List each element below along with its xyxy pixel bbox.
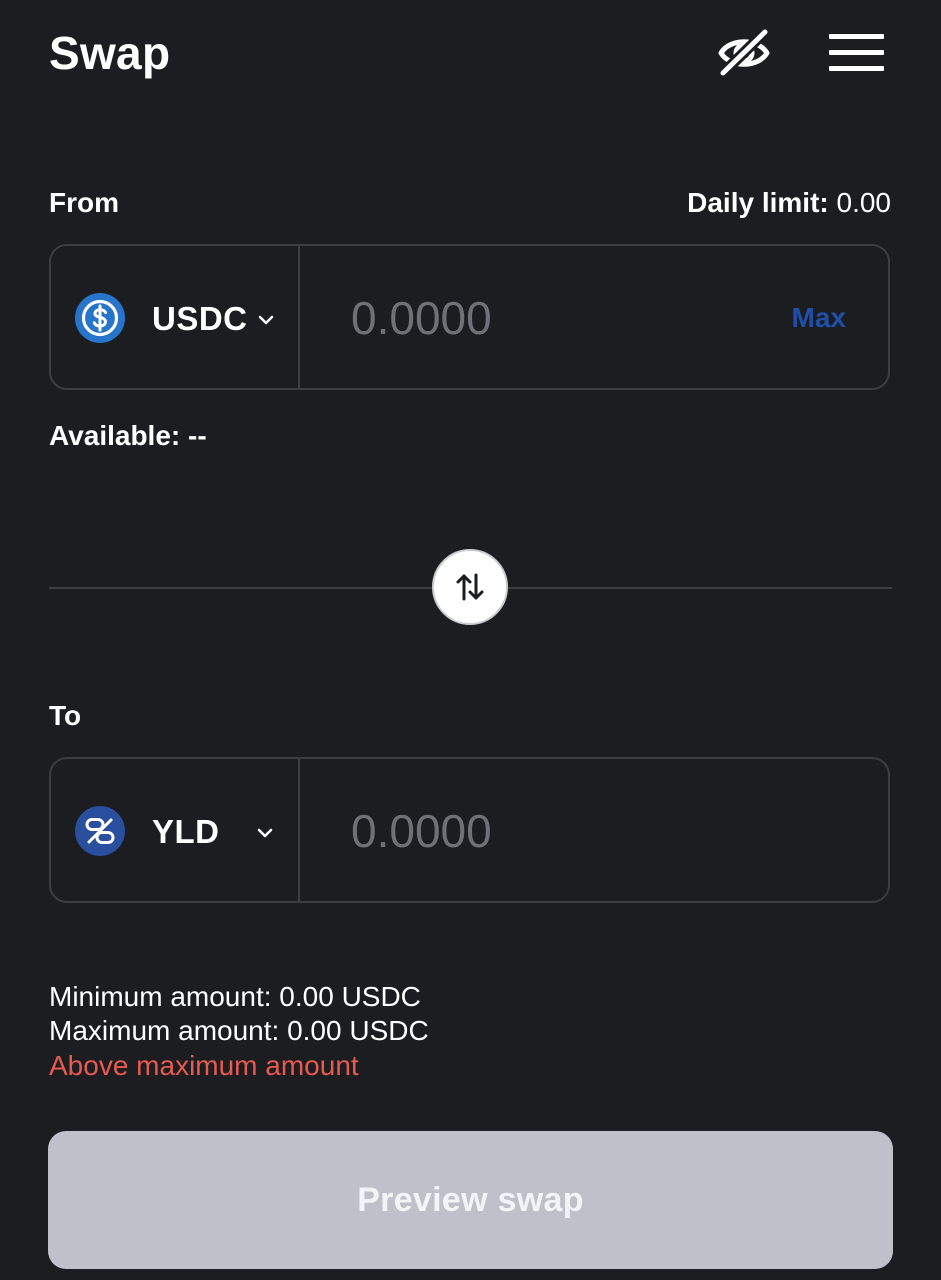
swap-arrows-icon [456,573,484,601]
from-amount-box: USDC Max [49,244,890,390]
swap-screen: Swap From Daily limit: 0.00 USDC 0.0000 … [0,0,941,1280]
from-label: From [49,187,119,218]
yld-icon [75,806,125,856]
swap-direction-button[interactable] [432,549,508,625]
daily-limit-value: 0.00 [836,187,892,218]
hide-balance-button[interactable] [716,26,772,79]
to-token-name: YLD [152,813,220,850]
from-amount-input[interactable] [351,292,771,344]
daily-limit: Daily limit: 0.00 [687,186,891,220]
chevron-down-icon [258,315,274,325]
chevron-down-icon [257,828,273,838]
to-label: To [49,700,82,731]
to-amount-box: YLD [49,757,890,903]
max-button[interactable]: Max [792,301,846,335]
daily-limit-label: Daily limit: [687,187,829,218]
eye-off-icon [717,26,771,79]
from-token-selector[interactable]: USDC [51,246,300,388]
maximum-amount: Maximum amount: 0.00 USDC [49,1015,429,1046]
error-message: Above maximum amount [49,1050,359,1081]
usdc-icon [75,293,125,343]
to-token-selector[interactable]: YLD [51,759,300,901]
available-balance: Available: -- [49,420,207,451]
preview-swap-button[interactable]: Preview swap [48,1131,893,1269]
minimum-amount: Minimum amount: 0.00 USDC [49,981,421,1012]
from-token-name: USDC [152,300,248,337]
page-title: Swap [49,27,171,79]
menu-button[interactable] [826,31,886,75]
to-amount-input[interactable] [351,805,771,857]
